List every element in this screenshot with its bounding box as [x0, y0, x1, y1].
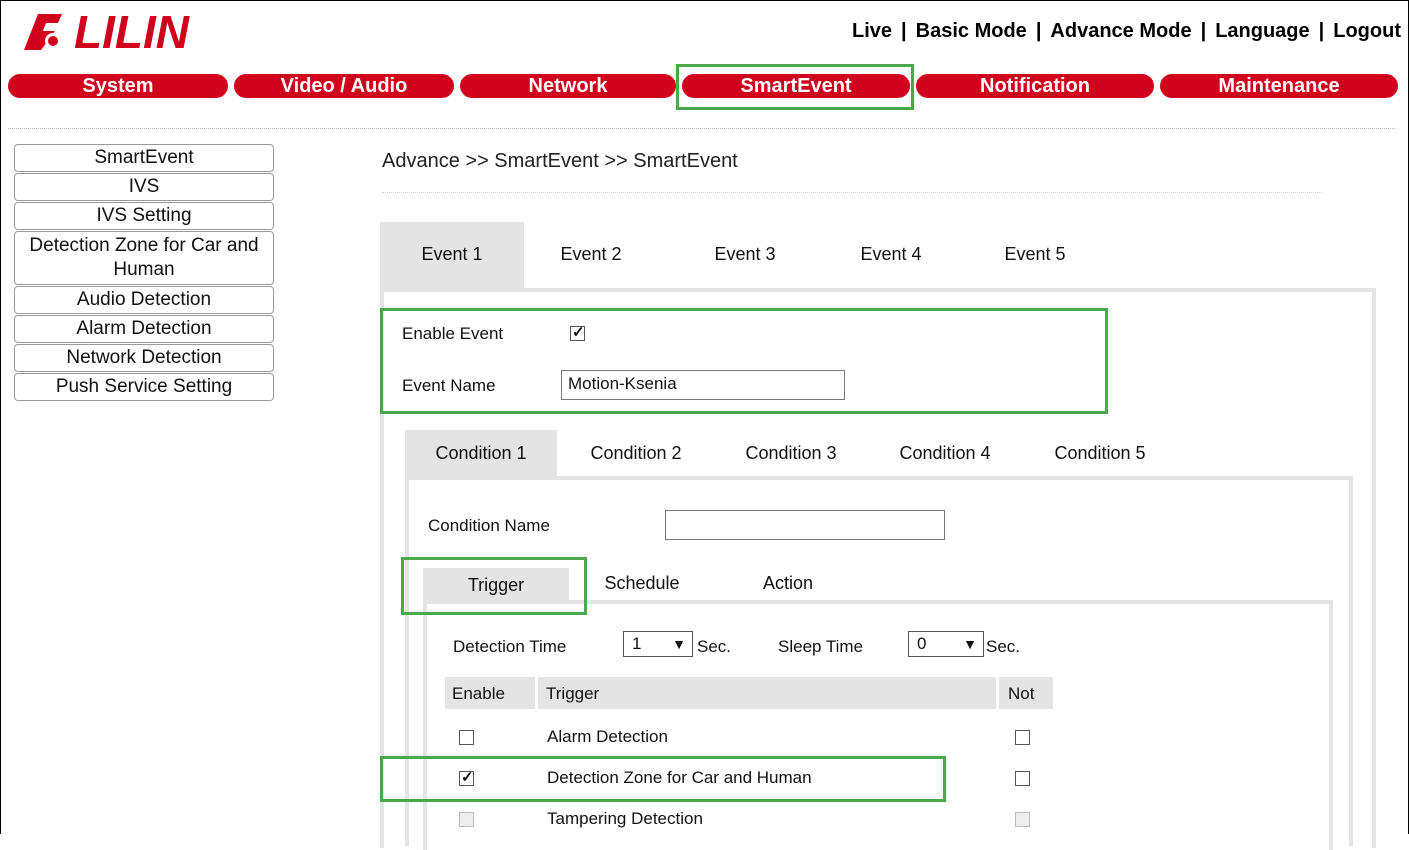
- chevron-down-icon: ▼: [672, 636, 686, 652]
- col-enable: Enable: [452, 684, 505, 703]
- row-not-checkbox-tampering: [1015, 812, 1030, 827]
- lilin-logo: LILIN: [24, 6, 190, 54]
- tab-event-1[interactable]: Event 1: [380, 244, 524, 265]
- chevron-down-icon: ▼: [963, 636, 977, 652]
- row-not-checkbox-alarm[interactable]: [1015, 730, 1030, 745]
- row-enable-checkbox-alarm[interactable]: [459, 730, 474, 745]
- detection-time-value: 1: [632, 634, 642, 653]
- logo-text: LILIN: [74, 6, 190, 54]
- link-basic-mode[interactable]: Basic Mode: [916, 20, 1027, 42]
- tab-action[interactable]: Action: [740, 573, 836, 594]
- tab-condition-5[interactable]: Condition 5: [1036, 443, 1164, 464]
- top-links: Live | Basic Mode | Advance Mode | Language | Lo…: [852, 20, 1401, 42]
- header-gap: [996, 677, 999, 709]
- highlight-smartevent-nav: [676, 64, 914, 110]
- sidebar-item-push-service[interactable]: Push Service Setting: [14, 373, 274, 401]
- highlight-detection-zone-row: [380, 756, 946, 802]
- link-live[interactable]: Live: [852, 20, 892, 42]
- breadcrumb: Advance >> SmartEvent >> SmartEvent: [382, 150, 738, 172]
- detection-time-unit: Sec.: [697, 637, 732, 656]
- col-trigger: Trigger: [546, 684, 600, 703]
- condition-name-label: Condition Name: [428, 516, 550, 535]
- row-not-checkbox-detection-zone[interactable]: [1015, 771, 1030, 786]
- col-not: Not: [1008, 684, 1035, 703]
- row-enable-checkbox-tampering: [459, 812, 474, 827]
- sidebar-item-ivs[interactable]: IVS: [14, 173, 274, 201]
- tab-event-2[interactable]: Event 2: [536, 244, 646, 265]
- sidebar-item-detection-zone[interactable]: Detection Zone for Car and Human: [14, 231, 274, 285]
- sidebar-item-alarm-detection[interactable]: Alarm Detection: [14, 315, 274, 343]
- breadcrumb-divider: [382, 192, 1322, 193]
- sidebar-item-audio-detection[interactable]: Audio Detection: [14, 286, 274, 314]
- tab-event-4[interactable]: Event 4: [836, 244, 946, 265]
- tab-event-5[interactable]: Event 5: [980, 244, 1090, 265]
- nav-network[interactable]: Network: [460, 74, 676, 98]
- sleep-time-label: Sleep Time: [778, 637, 864, 656]
- nav-system[interactable]: System: [8, 74, 228, 98]
- trigger-name-tampering: Tampering Detection: [547, 809, 703, 828]
- detection-time-label: Detection Time: [453, 637, 567, 656]
- sidebar-item-smartevent[interactable]: SmartEvent: [14, 144, 274, 172]
- sidebar-item-network-detection[interactable]: Network Detection: [14, 344, 274, 372]
- highlight-trigger-tab: [401, 557, 587, 615]
- tab-event-3[interactable]: Event 3: [690, 244, 800, 265]
- tab-condition-3[interactable]: Condition 3: [727, 443, 855, 464]
- nav-maintenance[interactable]: Maintenance: [1160, 74, 1398, 98]
- link-advance-mode[interactable]: Advance Mode: [1050, 20, 1191, 42]
- tab-condition-4[interactable]: Condition 4: [881, 443, 1009, 464]
- link-logout[interactable]: Logout: [1333, 20, 1401, 42]
- detection-time-select[interactable]: 1 ▼: [623, 631, 693, 657]
- condition-name-input[interactable]: [665, 510, 945, 540]
- tab-condition-2[interactable]: Condition 2: [572, 443, 700, 464]
- header-gap: [535, 677, 538, 709]
- nav-notification[interactable]: Notification: [916, 74, 1154, 98]
- tab-condition-1[interactable]: Condition 1: [405, 443, 557, 464]
- sidebar-item-ivs-setting[interactable]: IVS Setting: [14, 202, 274, 230]
- sleep-time-value: 0: [917, 634, 927, 653]
- link-language[interactable]: Language: [1215, 20, 1309, 42]
- nav-video-audio[interactable]: Video / Audio: [234, 74, 454, 98]
- highlight-event-fields: [380, 308, 1108, 414]
- trigger-name-alarm: Alarm Detection: [547, 727, 668, 746]
- sleep-time-unit: Sec.: [986, 637, 1021, 656]
- sidebar: SmartEvent IVS IVS Setting Detection Zon…: [14, 144, 276, 402]
- tab-schedule[interactable]: Schedule: [584, 573, 700, 594]
- sleep-time-select[interactable]: 0 ▼: [908, 631, 984, 657]
- header-divider: [8, 128, 1395, 129]
